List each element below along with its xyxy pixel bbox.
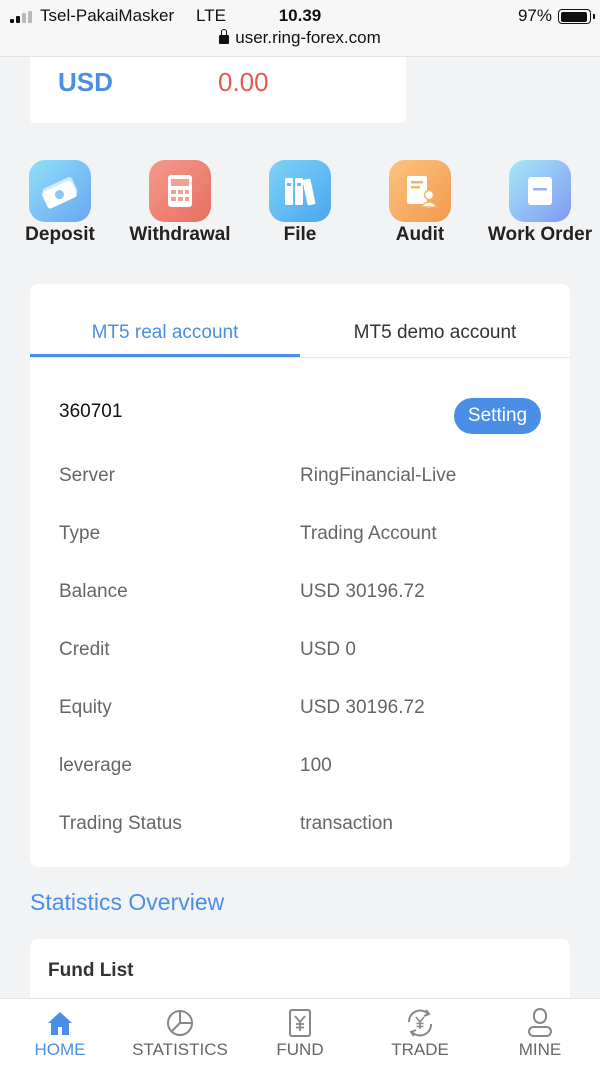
tab-mt5-demo-account[interactable]: MT5 demo account — [300, 322, 570, 344]
nav-home[interactable]: HOME — [0, 1005, 120, 1060]
pie-chart-icon — [167, 1010, 193, 1036]
info-key: leverage — [59, 755, 132, 776]
info-value: 100 — [300, 755, 332, 776]
setting-button[interactable]: Setting — [454, 398, 541, 434]
home-icon — [48, 1012, 72, 1035]
nav-trade[interactable]: TRADE — [360, 1005, 480, 1060]
deposit-label: Deposit — [25, 224, 95, 245]
bottom-tab-bar: HOME STATISTICS FUND TRADE MINE — [0, 998, 600, 1067]
withdrawal-button[interactable]: Withdrawal — [120, 160, 240, 246]
nav-mine-label: MINE — [518, 1040, 562, 1059]
balance-card: USD 0.00 — [30, 57, 406, 123]
address-bar[interactable]: user.ring-forex.com — [0, 28, 600, 48]
info-key: Server — [59, 465, 115, 486]
form-icon — [509, 160, 571, 222]
battery-icon — [558, 9, 595, 24]
yen-document-icon — [289, 1009, 311, 1037]
file-button[interactable]: File — [240, 160, 360, 246]
url-text: user.ring-forex.com — [235, 28, 381, 47]
nav-fund-label: FUND — [276, 1040, 324, 1059]
info-row-credit: Credit USD 0 — [59, 639, 549, 669]
tab-mt5-real-account[interactable]: MT5 real account — [30, 322, 300, 344]
audit-button[interactable]: Audit — [360, 160, 480, 246]
quick-actions: Deposit Withdrawal File Audit Work Order — [0, 160, 600, 250]
fund-list-title: Fund List — [48, 960, 134, 981]
info-row-balance: Balance USD 30196.72 — [59, 581, 549, 611]
account-number: 360701 — [59, 401, 123, 422]
account-card: MT5 real account MT5 demo account 360701… — [30, 284, 570, 867]
deposit-button[interactable]: Deposit — [0, 160, 120, 246]
info-row-server: Server RingFinancial-Live — [59, 465, 549, 495]
statistics-overview-title: Statistics Overview — [30, 889, 225, 915]
info-key: Balance — [59, 581, 128, 602]
clock: 10.39 — [278, 6, 322, 25]
account-tabs: MT5 real account MT5 demo account — [30, 284, 570, 358]
info-key: Equity — [59, 697, 112, 718]
info-value: Trading Account — [300, 523, 437, 544]
nav-statistics-label: STATISTICS — [132, 1040, 228, 1059]
info-value: USD 30196.72 — [300, 581, 425, 602]
user-icon — [528, 1008, 552, 1037]
withdrawal-label: Withdrawal — [129, 224, 231, 245]
nav-home-label: HOME — [34, 1040, 86, 1059]
info-row-type: Type Trading Account — [59, 523, 549, 553]
binders-icon — [269, 160, 331, 222]
info-row-trading-status: Trading Status transaction — [59, 813, 549, 843]
work-order-label: Work Order — [487, 224, 593, 245]
nav-mine[interactable]: MINE — [480, 1005, 600, 1060]
balance-amount: 0.00 — [218, 67, 269, 97]
info-key: Credit — [59, 639, 110, 660]
money-icon — [29, 160, 91, 222]
info-key: Trading Status — [59, 813, 182, 834]
active-tab-indicator — [30, 354, 300, 357]
lock-icon — [219, 29, 230, 44]
info-row-leverage: leverage 100 — [59, 755, 549, 785]
nav-statistics[interactable]: STATISTICS — [120, 1005, 240, 1060]
info-value: transaction — [300, 813, 393, 834]
document-user-icon — [389, 160, 451, 222]
file-label: File — [283, 224, 317, 245]
calculator-icon — [149, 160, 211, 222]
battery-percent: 97% — [517, 6, 552, 25]
audit-label: Audit — [395, 224, 445, 245]
yen-exchange-icon — [407, 1009, 433, 1037]
info-row-equity: Equity USD 30196.72 — [59, 697, 549, 727]
info-value: RingFinancial-Live — [300, 465, 457, 486]
info-value: USD 0 — [300, 639, 356, 660]
nav-trade-label: TRADE — [391, 1040, 449, 1059]
info-key: Type — [59, 523, 101, 544]
balance-currency: USD — [58, 67, 113, 97]
nav-fund[interactable]: FUND — [240, 1005, 360, 1060]
info-value: USD 30196.72 — [300, 697, 425, 718]
work-order-button[interactable]: Work Order — [480, 160, 600, 246]
browser-status-bar: Tsel-PakaiMasker LTE 10.39 97% user.ring… — [0, 0, 600, 57]
